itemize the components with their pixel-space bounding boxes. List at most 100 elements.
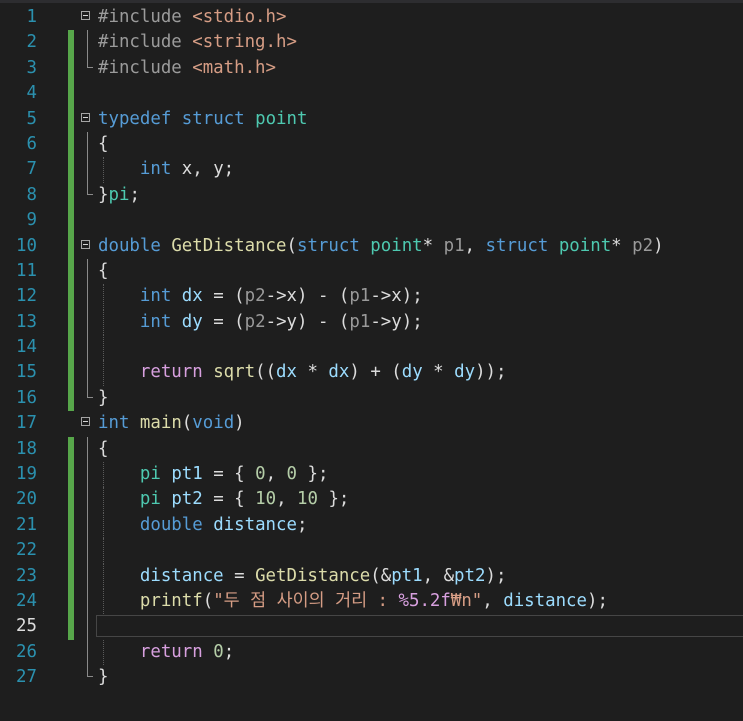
change-marker — [68, 487, 74, 513]
code-line[interactable]: 18 { — [0, 436, 743, 463]
type-token: point — [255, 108, 308, 129]
fold-guide — [87, 538, 88, 564]
fold-guide — [87, 462, 88, 488]
code-token: * — [611, 235, 633, 256]
code-line[interactable]: 26 return 0; — [0, 639, 743, 666]
code-line-current[interactable]: 25 — [0, 614, 743, 640]
code-line[interactable]: 3 #include <math.h> — [0, 55, 743, 82]
code-line[interactable]: 1 #include <stdio.h> — [0, 5, 743, 30]
code-token: ( — [286, 235, 297, 256]
change-marker — [68, 208, 74, 234]
code-line[interactable]: 21 double distance; — [0, 512, 743, 539]
code-text: { — [98, 132, 108, 157]
preprocessor-token: #include — [98, 32, 193, 53]
change-marker — [68, 614, 74, 640]
keyword-token: struct — [296, 235, 360, 256]
variable-token: pt1 — [391, 565, 423, 586]
collapse-toggle-icon[interactable] — [81, 112, 90, 122]
line-number: 13 — [16, 311, 37, 332]
fold-guide-end — [87, 55, 93, 68]
indent-guide — [103, 335, 104, 361]
code-line[interactable]: 10 double GetDistance(struct point* p1, s… — [0, 233, 743, 259]
fold-guide — [87, 588, 88, 615]
line-number: 23 — [16, 565, 37, 586]
code-token: (( — [255, 362, 277, 383]
collapse-toggle-icon[interactable] — [81, 239, 90, 249]
code-line[interactable]: 14 — [0, 335, 743, 361]
fold-guide-end — [87, 665, 93, 678]
number-token: 10 — [297, 489, 318, 510]
code-line[interactable]: 11 { — [0, 258, 743, 285]
variable-token: pt2 — [454, 565, 486, 586]
code-text: #include <string.h> — [98, 30, 297, 55]
control-keyword-token: return — [139, 641, 203, 662]
code-line[interactable]: 5 typedef struct point — [0, 106, 743, 132]
code-token: } — [98, 667, 109, 688]
editor-top-border — [0, 0, 743, 3]
line-number: 3 — [26, 57, 37, 78]
change-marker — [68, 81, 74, 107]
code-text: #include <stdio.h> — [98, 5, 286, 30]
code-line[interactable]: 23 distance = GetDistance(&pt1, &pt2); — [0, 563, 743, 589]
code-line[interactable]: 24 printf("두 점 사이의 거리 : %5.2f₩n", distan… — [0, 588, 743, 615]
code-line[interactable]: 22 — [0, 538, 743, 564]
code-token: { — [98, 438, 109, 459]
control-keyword-token: return — [139, 362, 203, 383]
type-token: pi — [139, 464, 161, 485]
line-number: 14 — [16, 337, 37, 358]
code-line[interactable]: 19 pi pt1 = { 0, 0 }; — [0, 462, 743, 488]
code-token: = ( — [202, 286, 245, 307]
string-token: <string.h> — [192, 32, 297, 53]
code-token: ) — [234, 413, 245, 434]
code-line[interactable]: 27} — [0, 665, 743, 690]
code-text: int dx = (p2->x) - (p1->x); — [98, 284, 423, 309]
line-number: 2 — [26, 32, 37, 53]
code-line[interactable]: 4 — [0, 81, 743, 107]
collapse-toggle-icon[interactable] — [81, 417, 90, 427]
code-text: int main(void) — [98, 411, 245, 436]
code-line[interactable]: 13 int dy = (p2->y) - (p1->y); — [0, 309, 743, 336]
fold-guide — [87, 614, 88, 640]
change-marker — [68, 30, 74, 56]
code-line[interactable]: 16} — [0, 385, 743, 412]
type-token: pi — [139, 489, 161, 510]
line-number: 10 — [16, 235, 37, 256]
fold-guide — [87, 30, 88, 56]
code-text: #include <math.h> — [98, 56, 276, 81]
code-line[interactable]: 15 return sqrt((dx * dx) + (dy * dy)); — [0, 360, 743, 386]
code-token: * — [422, 235, 444, 256]
code-token: * — [297, 362, 329, 383]
code-token: ( — [202, 590, 214, 611]
code-line[interactable]: 17 int main(void) — [0, 411, 743, 436]
current-line-highlight — [96, 615, 743, 638]
code-line[interactable]: 9 — [0, 208, 743, 234]
code-editor[interactable]: 1 #include <stdio.h> 2 #include <string.h>… — [0, 5, 743, 691]
code-line[interactable]: 2 #include <string.h> — [0, 30, 743, 56]
variable-token: distance — [139, 565, 224, 586]
change-marker — [68, 182, 74, 209]
code-line[interactable]: 8}pi; — [0, 182, 743, 209]
parameter-token: p1 — [443, 235, 465, 256]
code-token: = ( — [202, 311, 245, 332]
code-token: ; — [129, 184, 140, 205]
code-line[interactable]: 6{ — [0, 131, 743, 158]
code-line[interactable]: 12 int dx = (p2->x) - (p1->x); — [0, 284, 743, 310]
line-number: 7 — [26, 159, 37, 180]
change-marker — [68, 284, 74, 310]
collapse-toggle-icon[interactable] — [81, 11, 90, 20]
code-line[interactable]: 7 int x, y; — [0, 157, 743, 183]
function-token: GetDistance — [255, 565, 371, 586]
code-text: int dy = (p2->y) - (p1->y); — [98, 310, 423, 335]
line-number: 21 — [16, 514, 37, 535]
change-marker — [68, 512, 74, 539]
fold-guide — [87, 436, 88, 463]
code-line[interactable]: 20 pi pt2 = { 10, 10 }; — [0, 487, 743, 513]
